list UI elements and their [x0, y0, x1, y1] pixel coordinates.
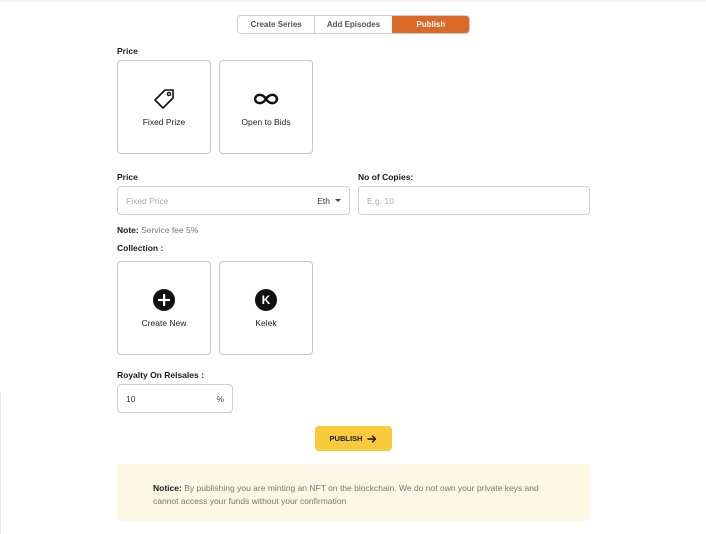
publish-button[interactable]: PUBLISH: [315, 426, 392, 451]
left-edge-line: [0, 392, 1, 534]
kelek-label: Kelek: [255, 318, 277, 328]
price-field: Eth: [117, 186, 350, 215]
fixed-price-option[interactable]: Fixed Prize: [117, 60, 211, 154]
notice-box: Notice: By publishing you are minting an…: [117, 464, 590, 521]
fixed-price-label: Fixed Prize: [142, 117, 186, 127]
chevron-down-icon: [335, 199, 341, 202]
top-divider: [0, 0, 706, 2]
create-new-collection-option[interactable]: Create New: [117, 261, 211, 355]
tab-add-episodes[interactable]: Add Episodes: [314, 16, 392, 33]
copies-input[interactable]: [367, 195, 581, 206]
copies-field: [358, 186, 590, 215]
plus-circle-icon: [153, 288, 175, 312]
note-label: Note:: [117, 225, 139, 235]
notice-text: By publishing you are minting an NFT on …: [153, 483, 539, 506]
collection-label: Collection :: [117, 243, 164, 253]
k-letter-icon: K: [255, 288, 277, 312]
open-to-bids-label: Open to Bids: [241, 117, 291, 127]
tag-icon: [152, 87, 176, 111]
percent-unit: %: [216, 393, 224, 404]
royalty-label: Royalty On Relsales :: [117, 370, 204, 380]
infinity-icon: [251, 87, 281, 111]
svg-text:K: K: [262, 293, 271, 307]
arrow-right-icon: [367, 434, 377, 443]
step-tabs: Create Series Add Episodes Publish: [237, 15, 470, 34]
price-input[interactable]: [126, 195, 318, 206]
open-to-bids-option[interactable]: Open to Bids: [219, 60, 313, 154]
price-field-label: Price: [117, 172, 138, 182]
service-fee-note: Note: Service fee 5%: [117, 225, 198, 235]
royalty-input[interactable]: [126, 393, 217, 404]
price-type-label: Price: [117, 46, 138, 56]
tab-create-series[interactable]: Create Series: [238, 16, 315, 33]
royalty-field: %: [117, 384, 233, 413]
currency-value: Eth: [317, 195, 330, 206]
currency-select[interactable]: Eth: [317, 196, 341, 206]
notice-label: Notice:: [153, 483, 182, 493]
publish-label: PUBLISH: [329, 434, 363, 443]
create-new-label: Create New: [141, 318, 187, 328]
kelek-collection-option[interactable]: K Kelek: [219, 261, 313, 355]
copies-field-label: No of Copies:: [358, 172, 414, 182]
tab-publish[interactable]: Publish: [391, 16, 469, 33]
note-text: Service fee 5%: [141, 225, 199, 235]
